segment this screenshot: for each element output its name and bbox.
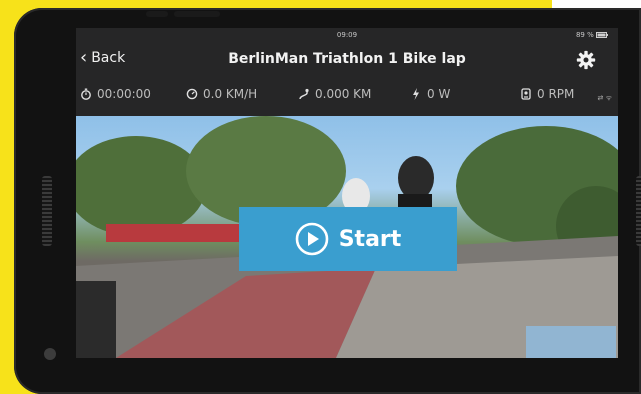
metric-time: 00:00:00: [80, 87, 151, 101]
device-hardware-button: [174, 11, 220, 17]
status-bar: 09:09 89 %: [76, 28, 618, 42]
stopwatch-icon: [81, 88, 91, 100]
start-button[interactable]: Start: [239, 207, 457, 271]
camera-icon: [44, 348, 56, 360]
metric-distance: 0.000 KM: [298, 87, 371, 101]
metric-cadence: 0 RPM: [520, 87, 574, 101]
battery-percent: 89 %: [575, 31, 594, 39]
metric-power: 0 W: [410, 87, 450, 101]
navigation-bar: ‹ Back BerlinMan Triathlon 1 Bike lap: [76, 42, 618, 78]
status-battery: 89 %: [576, 31, 608, 39]
metric-distance-value: 0.000 KM: [315, 87, 372, 101]
gear-icon: [576, 50, 596, 70]
start-label: Start: [338, 226, 402, 252]
speaker-grille-left: [42, 176, 52, 246]
settings-button[interactable]: [576, 50, 596, 70]
metric-time-value: 00:00:00: [97, 87, 151, 101]
app-screen: 09:09 89 % ‹ Back BerlinMan Triathlon 1 …: [76, 28, 618, 358]
route-icon: [299, 88, 309, 100]
tablet-device: 09:09 89 % ‹ Back BerlinMan Triathlon 1 …: [14, 8, 641, 394]
connection-icon: ⇄ ᯤ: [597, 94, 612, 102]
speedometer-icon: [186, 88, 198, 100]
cadence-icon: [521, 88, 531, 100]
lightning-icon: [413, 88, 419, 100]
metrics-bar: 00:00:00 0.0 KM/H 0.000 KM 0 W 0 RPM ⇄ ᯤ: [76, 80, 618, 112]
speaker-grille-right: [636, 176, 641, 246]
device-hardware-button: [146, 11, 168, 17]
battery-icon: [596, 32, 608, 38]
status-time: 09:09: [336, 31, 358, 39]
workout-title: BerlinMan Triathlon 1 Bike lap: [228, 51, 466, 67]
play-circle-icon: [295, 222, 329, 256]
metric-cadence-value: 0 RPM: [537, 87, 575, 101]
metric-speed-value: 0.0 KM/H: [203, 87, 258, 101]
metric-power-value: 0 W: [427, 87, 451, 101]
metric-speed: 0.0 KM/H: [186, 87, 257, 101]
route-video[interactable]: Start: [76, 116, 618, 358]
